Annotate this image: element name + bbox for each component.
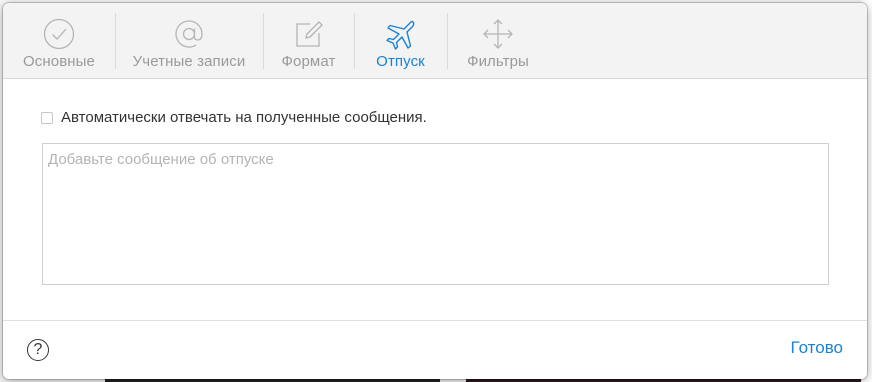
tab-general[interactable]: Основные <box>3 3 115 78</box>
auto-reply-option[interactable]: Автоматически отвечать на полученные соо… <box>41 109 427 126</box>
tab-general-label: Основные <box>23 53 95 70</box>
tab-accounts-label: Учетные записи <box>132 53 246 70</box>
auto-reply-label: Автоматически отвечать на полученные соо… <box>61 109 427 126</box>
vacation-message-field[interactable] <box>42 143 829 285</box>
dialog-footer: ? Готово <box>3 320 867 379</box>
tab-vacation-label: Отпуск <box>376 53 425 70</box>
done-button[interactable]: Готово <box>791 338 844 358</box>
tab-accounts[interactable]: Учетные записи <box>115 3 263 78</box>
preferences-dialog: Основные Учетные записи Формат Отпуск Фи… <box>3 3 867 379</box>
at-sign-icon <box>175 20 203 48</box>
tab-filters[interactable]: Фильтры <box>447 3 549 78</box>
airplane-icon <box>385 20 414 50</box>
tab-vacation[interactable]: Отпуск <box>354 3 447 78</box>
compose-icon <box>295 21 323 47</box>
auto-reply-checkbox[interactable] <box>41 111 53 124</box>
tab-format-label: Формат <box>281 53 336 70</box>
help-button[interactable]: ? <box>27 339 49 361</box>
checkmark-circle-icon <box>43 18 75 50</box>
tab-filters-label: Фильтры <box>467 53 529 70</box>
tab-format[interactable]: Формат <box>263 3 354 78</box>
preferences-toolbar: Основные Учетные записи Формат Отпуск Фи… <box>3 3 867 79</box>
move-arrows-icon <box>483 19 513 49</box>
question-mark-icon: ? <box>33 341 43 358</box>
vacation-panel: Автоматически отвечать на полученные соо… <box>3 79 867 321</box>
